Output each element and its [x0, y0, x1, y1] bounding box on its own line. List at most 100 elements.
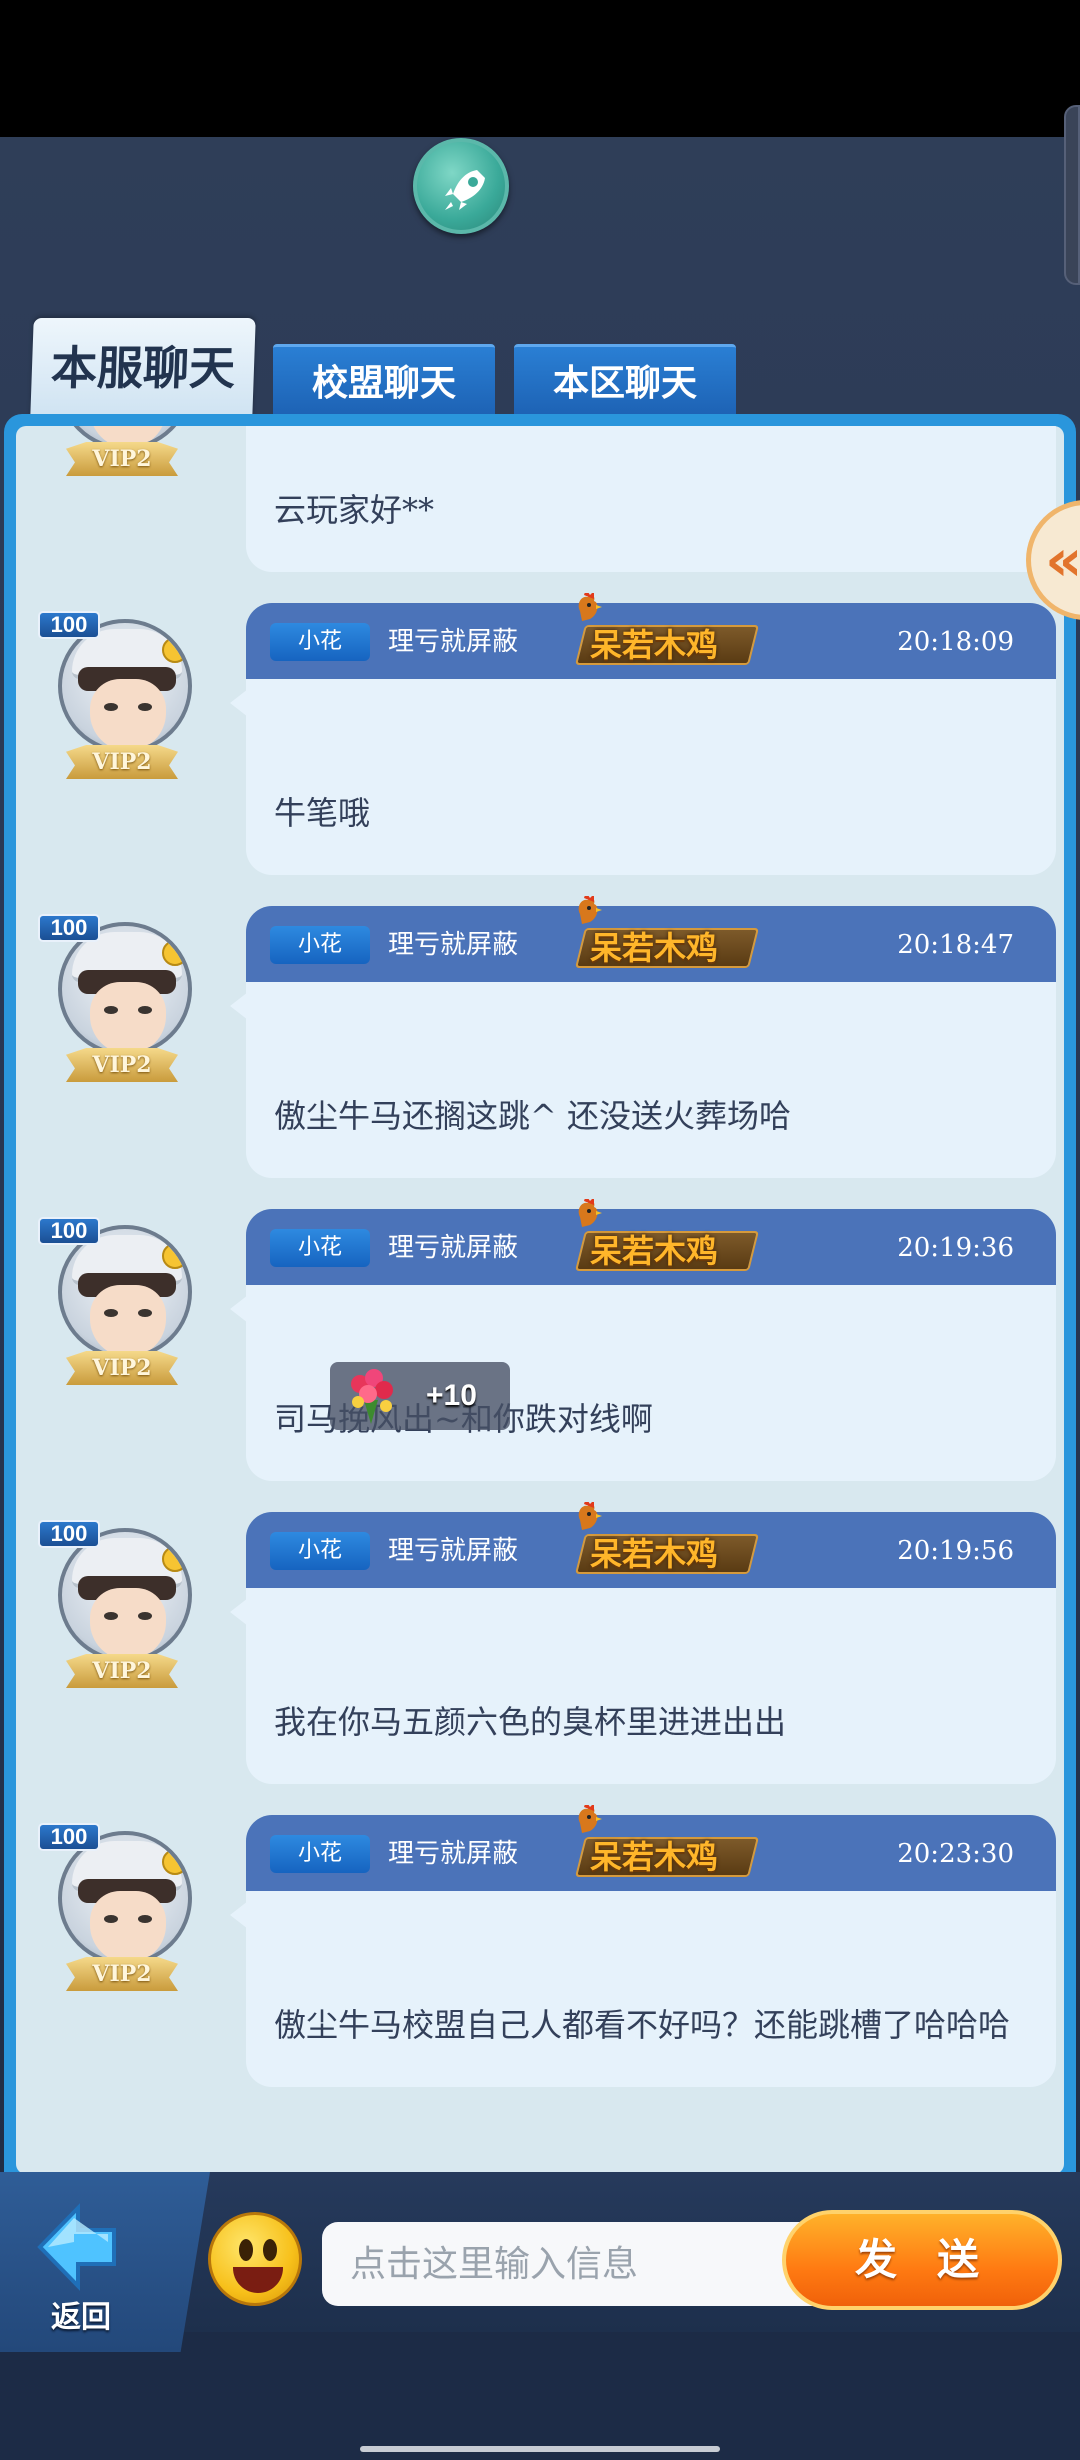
eye-graphic: [104, 1612, 118, 1620]
vip-badge: VIP2: [66, 1957, 178, 1991]
tab-region-chat[interactable]: 本区聊天: [514, 344, 736, 416]
avatar[interactable]: [58, 1225, 192, 1359]
emoji-button[interactable]: [208, 2212, 302, 2306]
back-label[interactable]: 返回: [36, 2292, 126, 2336]
send-button[interactable]: 发送: [782, 2210, 1062, 2310]
message-body: 云玩家好**: [246, 426, 1056, 572]
avatar[interactable]: [58, 619, 192, 753]
message-body: 我在你马五颜六色的臭杯里进进出出: [246, 1588, 1056, 1784]
avatar[interactable]: [58, 1831, 192, 1965]
message-time: 20:19:36: [897, 1233, 1014, 1263]
message-body: 傲尘牛马还搁这跳^ 还没送火葬场哈: [246, 982, 1056, 1178]
smiley-badge-icon: [162, 1243, 188, 1269]
avatar[interactable]: [58, 922, 192, 1056]
smiley-badge-icon: [162, 637, 188, 663]
title-badge: 呆若木鸡: [572, 593, 759, 669]
guild-tag[interactable]: 小花: [270, 1532, 370, 1570]
avatar[interactable]: [58, 1528, 192, 1662]
sender-name[interactable]: 理亏就屏蔽: [388, 1835, 518, 1873]
message-header: 小花 理亏就屏蔽 呆若木鸡 20:19:56: [246, 1502, 1056, 1588]
sender-name[interactable]: 理亏就屏蔽: [388, 926, 518, 964]
message-header: 小花 理亏就屏蔽 呆若木鸡 20:18:47: [246, 896, 1056, 982]
chat-message: 100 VIP2 小花 理亏就屏蔽 呆若木鸡 20:19:56 我在你马五颜六色…: [16, 1502, 1064, 1802]
message-body: 傲尘牛马校盟自己人都看不好吗？还能跳槽了哈哈哈: [246, 1891, 1056, 2087]
guild-tag[interactable]: 小花: [270, 1229, 370, 1267]
message-text: 牛笔哦: [274, 794, 371, 832]
message-bubble: 小花 理亏就屏蔽 呆若木鸡 20:18:05 云玩家好**: [246, 426, 1056, 575]
message-bubble: 小花 理亏就屏蔽 呆若木鸡 20:18:09 牛笔哦: [230, 593, 1056, 878]
eye-graphic: [104, 1915, 118, 1923]
avatar-wrap[interactable]: 100 VIP2: [38, 1823, 194, 2023]
level-badge: 100: [38, 1217, 100, 1245]
sender-name[interactable]: 理亏就屏蔽: [388, 1229, 518, 1267]
smiley-badge-icon: [162, 940, 188, 966]
vip-badge: VIP2: [66, 1351, 178, 1385]
message-bubble: 小花 理亏就屏蔽 呆若木鸡 20:19:36 司马挽风出~和你跌对线啊: [230, 1199, 1056, 1484]
eye-graphic: [104, 703, 118, 711]
level-badge: 100: [38, 611, 100, 639]
vip-badge: VIP2: [66, 442, 178, 476]
message-text: 傲尘牛马校盟自己人都看不好吗？还能跳槽了哈哈哈: [274, 2006, 1011, 2044]
chat-message-input[interactable]: [322, 2222, 822, 2306]
tab-server-chat[interactable]: 本服聊天: [30, 318, 256, 418]
avatar-wrap[interactable]: 100 VIP2: [38, 1520, 194, 1720]
title-text: 呆若木鸡: [590, 626, 719, 664]
eye-graphic: [138, 703, 152, 711]
face-graphic: [90, 982, 166, 1052]
smiley-badge-icon: [162, 1546, 188, 1572]
chat-message: 100 VIP2 小花 理亏就屏蔽 呆若木鸡 20:23:30 傲尘牛马校盟自己…: [16, 1805, 1064, 2105]
level-badge: 100: [38, 1520, 100, 1548]
title-text: 呆若木鸡: [590, 1535, 719, 1573]
status-bar: [0, 0, 1080, 137]
eye-graphic: [138, 1612, 152, 1620]
vip-badge: VIP2: [66, 1048, 178, 1082]
vip-badge: VIP2: [66, 1654, 178, 1688]
side-drawer-handle[interactable]: [1064, 105, 1080, 285]
title-text: 呆若木鸡: [590, 1232, 719, 1270]
avatar-wrap[interactable]: 100 VIP2: [38, 1217, 194, 1417]
avatar-wrap[interactable]: 100 VIP2: [38, 426, 194, 508]
gift-toast: +10: [330, 1362, 510, 1430]
face-graphic: [90, 1588, 166, 1658]
message-text: 我在你马五颜六色的臭杯里进进出出: [274, 1703, 787, 1741]
avatar-wrap[interactable]: 100 VIP2: [38, 611, 194, 811]
home-indicator[interactable]: [360, 2446, 720, 2452]
guild-tag[interactable]: 小花: [270, 1835, 370, 1873]
message-bubble: 小花 理亏就屏蔽 呆若木鸡 20:18:47 傲尘牛马还搁这跳^ 还没送火葬场哈: [230, 896, 1056, 1181]
eye-graphic: [104, 1006, 118, 1014]
rocket-button[interactable]: [413, 138, 509, 234]
title-badge: 呆若木鸡: [572, 1502, 759, 1578]
message-body: 牛笔哦: [246, 679, 1056, 875]
emoji-eye: [263, 2239, 277, 2261]
chat-panel: 100 VIP2 小花 理亏就屏蔽 呆若木鸡 20:18:05: [4, 414, 1076, 2174]
message-header: 小花 理亏就屏蔽 呆若木鸡 20:18:09: [246, 593, 1056, 679]
emoji-eye: [239, 2239, 253, 2261]
avatar-wrap[interactable]: 100 VIP2: [38, 914, 194, 1114]
face-graphic: [90, 679, 166, 749]
face-graphic: [90, 1891, 166, 1961]
eye-graphic: [104, 1309, 118, 1317]
level-badge: 100: [38, 914, 100, 942]
sender-name[interactable]: 理亏就屏蔽: [388, 1532, 518, 1570]
message-bubble: 小花 理亏就屏蔽 呆若木鸡 20:19:56 我在你马五颜六色的臭杯里进进出出: [230, 1502, 1056, 1787]
tab-guild-chat[interactable]: 校盟聊天: [273, 344, 495, 416]
title-badge: 呆若木鸡: [572, 1805, 759, 1881]
message-time: 20:18:47: [897, 930, 1014, 960]
guild-tag[interactable]: 小花: [270, 623, 370, 661]
chat-message: 100 VIP2 小花 理亏就屏蔽 呆若木鸡 20:18:05: [16, 426, 1064, 590]
message-header: 小花 理亏就屏蔽 呆若木鸡 20:23:30: [246, 1805, 1056, 1891]
eye-graphic: [138, 1309, 152, 1317]
rocket-icon: [445, 170, 485, 210]
message-header: 小花 理亏就屏蔽 呆若木鸡 20:19:36: [246, 1199, 1056, 1285]
title-text: 呆若木鸡: [590, 929, 719, 967]
chat-message: 100 VIP2 小花 理亏就屏蔽 呆若木鸡 20:18:09 牛笔哦: [16, 593, 1064, 893]
message-text: 傲尘牛马还搁这跳^ 还没送火葬场哈: [274, 1097, 791, 1135]
guild-tag[interactable]: 小花: [270, 926, 370, 964]
level-badge: 100: [38, 1823, 100, 1851]
vip-badge: VIP2: [66, 745, 178, 779]
message-list[interactable]: 100 VIP2 小花 理亏就屏蔽 呆若木鸡 20:18:05: [16, 426, 1064, 2174]
sender-name[interactable]: 理亏就屏蔽: [388, 623, 518, 661]
back-arrow-icon[interactable]: [34, 2202, 120, 2292]
flower-bouquet-icon: [351, 1369, 393, 1424]
smiley-badge-icon: [162, 1849, 188, 1875]
